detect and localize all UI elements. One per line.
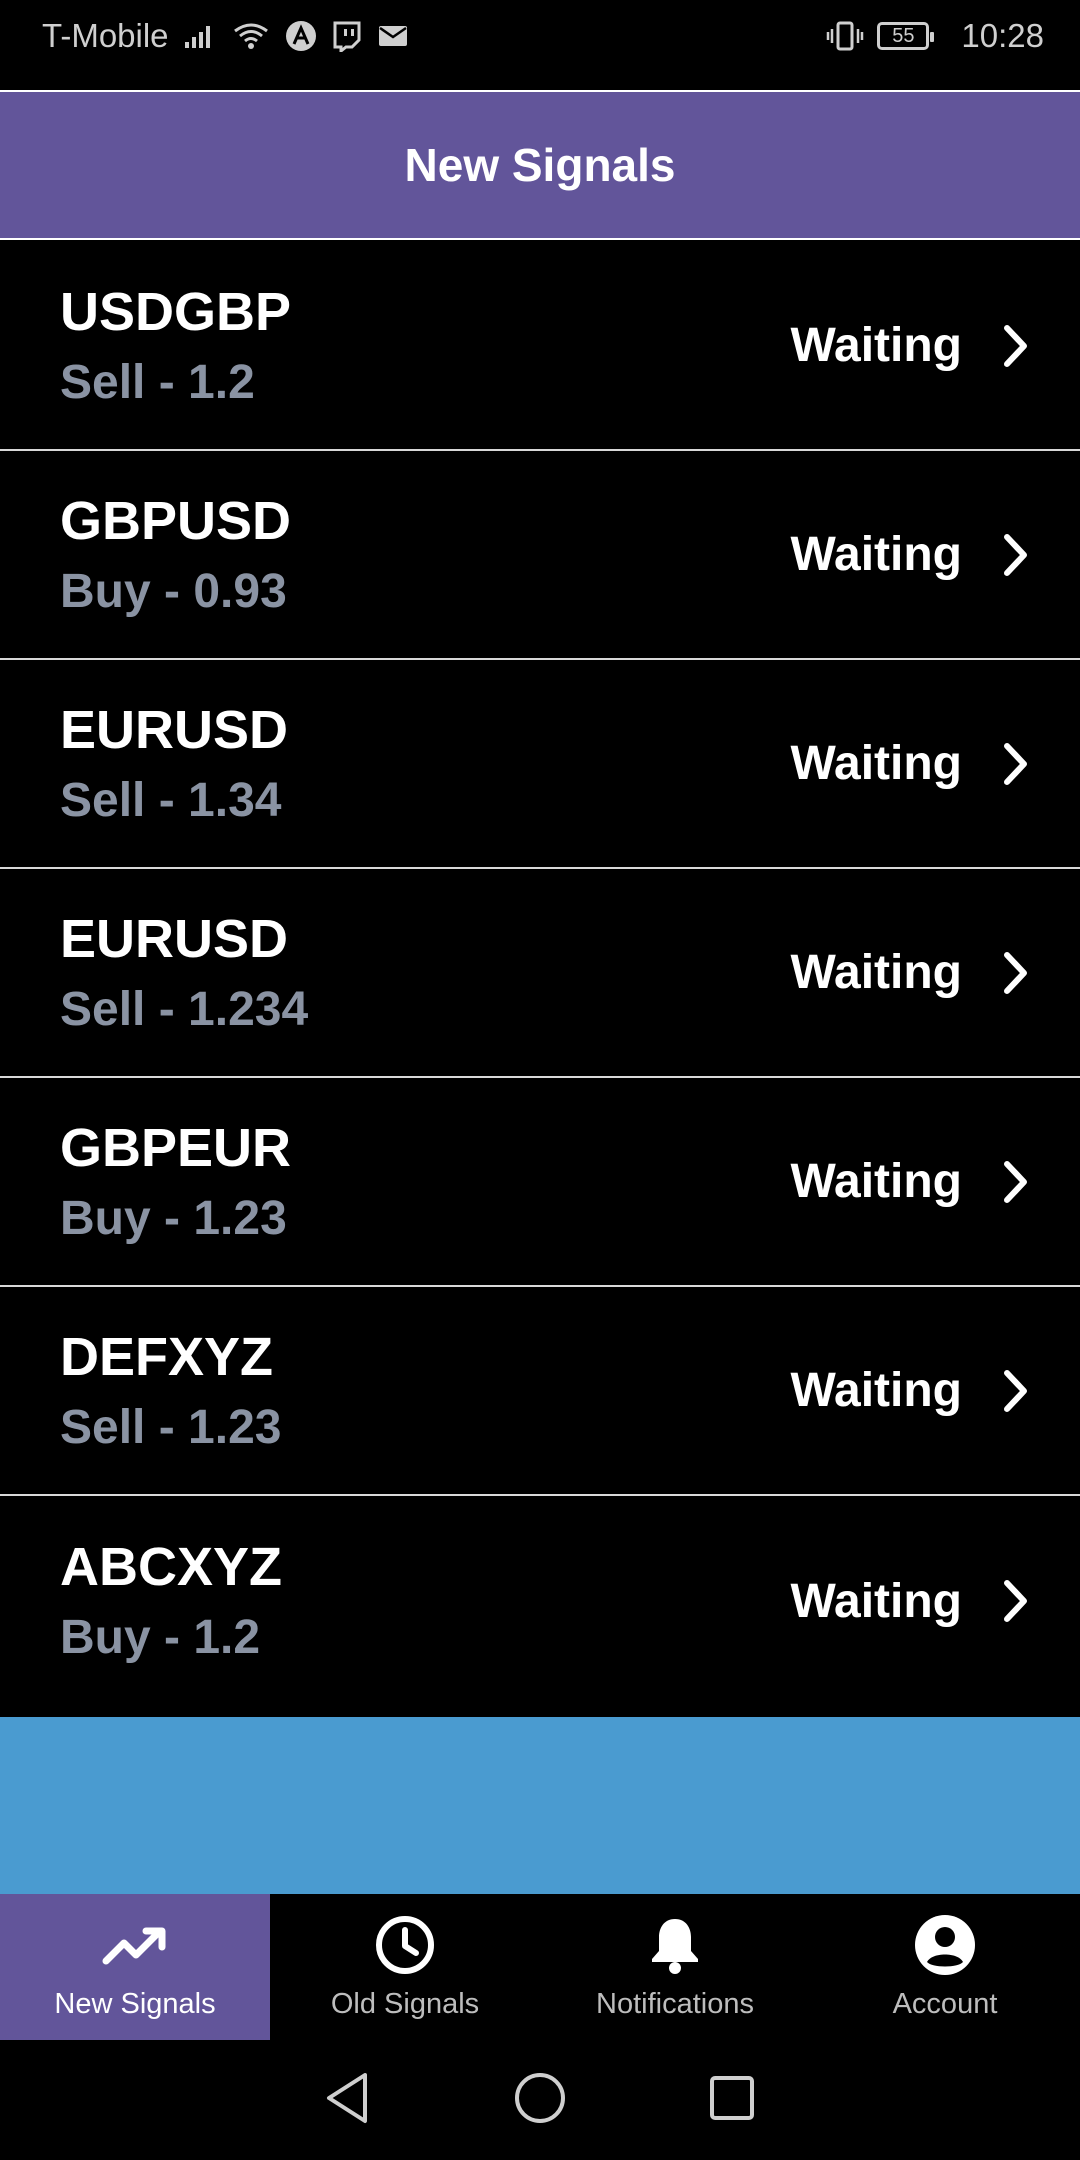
signal-status: Waiting xyxy=(790,1155,962,1208)
bottom-nav: New Signals Old Signals Notifications Ac… xyxy=(0,1894,1080,2040)
battery-icon: 55 xyxy=(877,22,935,50)
carrier-name: T-Mobile xyxy=(42,17,169,54)
mail-icon xyxy=(377,23,409,49)
app-a-icon xyxy=(285,20,317,52)
signal-row[interactable]: ABCXYZ Buy - 1.2 Waiting xyxy=(0,1496,1080,1706)
signal-status: Waiting xyxy=(790,1574,962,1628)
bell-icon xyxy=(648,1914,702,1976)
signal-row[interactable]: GBPUSD Buy - 0.93 Waiting xyxy=(0,451,1080,660)
banner-area xyxy=(0,1717,1080,1894)
signal-status: Waiting xyxy=(790,737,962,790)
signal-detail: Buy - 0.93 xyxy=(60,564,287,618)
signal-row[interactable]: EURUSD Sell - 1.234 Waiting xyxy=(0,869,1080,1078)
tab-new-signals[interactable]: New Signals xyxy=(0,1894,270,2040)
chevron-right-icon xyxy=(1002,1368,1030,1414)
tab-label: Notifications xyxy=(596,1987,754,2020)
chevron-right-icon xyxy=(1002,741,1030,787)
signal-pair: USDGBP xyxy=(60,281,292,342)
signal-detail: Sell - 1.2 xyxy=(60,355,255,409)
tab-label: Old Signals xyxy=(330,1987,480,2020)
tab-label: Account xyxy=(892,1987,998,2020)
signal-detail: Sell - 1.234 xyxy=(60,982,309,1036)
battery-level: 55 xyxy=(892,24,915,47)
recents-icon[interactable] xyxy=(707,2073,757,2128)
signal-pair: EURUSD xyxy=(60,699,289,760)
signal-detail: Buy - 1.23 xyxy=(60,1191,287,1245)
chevron-right-icon xyxy=(1002,1159,1030,1205)
signal-detail: Sell - 1.23 xyxy=(60,1400,282,1454)
home-icon[interactable] xyxy=(513,2071,567,2130)
back-icon[interactable] xyxy=(323,2071,373,2130)
system-nav-bar xyxy=(0,2040,1080,2160)
signal-status: Waiting xyxy=(790,1364,962,1417)
signal-status: Waiting xyxy=(790,946,962,999)
signal-pair: EURUSD xyxy=(60,908,289,969)
clock-icon xyxy=(375,1914,435,1976)
twitch-icon xyxy=(331,20,363,52)
app-header: New Signals xyxy=(0,90,1080,240)
tab-notifications[interactable]: Notifications xyxy=(540,1894,810,2040)
tab-old-signals[interactable]: Old Signals xyxy=(270,1894,540,2040)
signal-pair: GBPUSD xyxy=(60,490,292,551)
chevron-right-icon xyxy=(1002,323,1030,369)
account-circle-icon xyxy=(914,1914,976,1976)
signal-status: Waiting xyxy=(790,528,962,581)
chevron-right-icon xyxy=(1002,1578,1030,1624)
signal-row[interactable]: USDGBP Sell - 1.2 Waiting xyxy=(0,242,1080,451)
signal-pair: GBPEUR xyxy=(60,1117,292,1178)
trending-up-icon xyxy=(102,1914,168,1976)
chevron-right-icon xyxy=(1002,950,1030,996)
signals-list: USDGBP Sell - 1.2 Waiting GBPUSD Buy - 0… xyxy=(0,242,1080,1706)
chevron-right-icon xyxy=(1002,532,1030,578)
vibrate-icon xyxy=(825,20,865,52)
signal-row[interactable]: EURUSD Sell - 1.34 Waiting xyxy=(0,660,1080,869)
wifi-icon xyxy=(231,21,271,51)
signal-pair: DEFXYZ xyxy=(60,1326,274,1387)
tab-label: New Signals xyxy=(54,1987,216,2020)
clock-time: 10:28 xyxy=(961,17,1044,54)
signal-pair: ABCXYZ xyxy=(60,1537,283,1597)
signal-row[interactable]: DEFXYZ Sell - 1.23 Waiting xyxy=(0,1287,1080,1496)
signal-detail: Buy - 1.2 xyxy=(60,1611,261,1664)
status-bar: T-Mobile 55 10:28 xyxy=(0,0,1080,72)
page-title: New Signals xyxy=(404,139,676,191)
signal-status: Waiting xyxy=(790,319,962,372)
signal-row[interactable]: GBPEUR Buy - 1.23 Waiting xyxy=(0,1078,1080,1287)
tab-account[interactable]: Account xyxy=(810,1894,1080,2040)
signal-detail: Sell - 1.34 xyxy=(60,773,282,827)
signal-icon xyxy=(183,22,217,50)
